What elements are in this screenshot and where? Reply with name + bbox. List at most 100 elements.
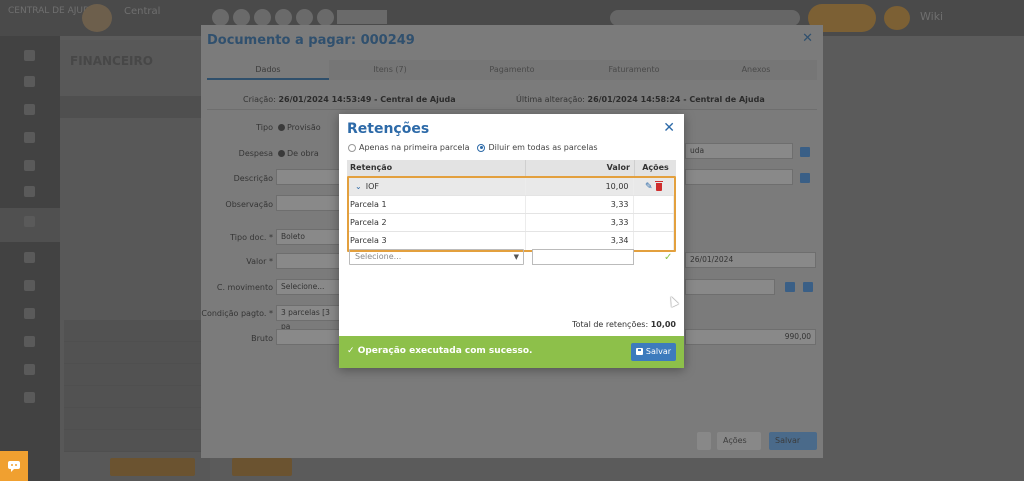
add-icon[interactable] <box>800 173 810 183</box>
nav-icon[interactable] <box>24 280 35 291</box>
observacao-input[interactable] <box>276 195 340 211</box>
circle-icon[interactable] <box>212 9 229 26</box>
tipo-doc-label: Tipo doc. * <box>230 233 273 242</box>
right-select-3[interactable] <box>685 279 775 295</box>
retention-value: 10,00 <box>526 178 634 195</box>
retencoes-modal: Retenções ✕ Apenas na primeira parcela D… <box>339 114 684 368</box>
retencoes-title: Retenções <box>347 121 430 137</box>
tab-pagamento[interactable]: Pagamento <box>451 60 573 80</box>
avatar[interactable] <box>884 6 910 30</box>
table-row: Parcela 2 3,33 <box>349 214 674 232</box>
circle-icon[interactable] <box>317 9 334 26</box>
right-select[interactable]: uda <box>685 143 793 159</box>
tipo-doc-select[interactable]: Boleto <box>276 229 340 245</box>
tipo-radio[interactable]: Provisão <box>278 123 321 132</box>
background-button[interactable] <box>110 458 195 476</box>
tab-dados[interactable]: Dados <box>207 60 329 80</box>
info-icon[interactable] <box>785 282 795 292</box>
condicao-select[interactable]: 3 parcelas [3 pa <box>276 305 340 331</box>
valor-input[interactable] <box>276 253 340 269</box>
new-retention-row: Selecione... ▼ ✓ <box>347 248 676 266</box>
nav-icon[interactable] <box>24 186 35 197</box>
toolbar-button[interactable] <box>337 10 387 24</box>
valor-label: Valor * <box>246 257 273 266</box>
retention-select[interactable]: Selecione... ▼ <box>349 249 524 265</box>
background-button[interactable] <box>232 458 292 476</box>
retencoes-table: Retenção Valor Ações ⌄ IOF 10,00 ✎ Parcel… <box>347 160 676 252</box>
logo-icon <box>82 4 112 32</box>
table-row: Parcela 1 3,33 <box>349 196 674 214</box>
descricao-input[interactable] <box>276 169 340 185</box>
retention-name: IOF <box>365 182 379 191</box>
save-button[interactable]: Salvar <box>631 343 676 361</box>
nav-icon[interactable] <box>24 392 35 403</box>
logo-text: Central <box>124 6 161 17</box>
document-modal-title: Documento a pagar: 000249 <box>207 33 415 48</box>
header-acoes: Ações <box>642 163 669 172</box>
chat-icon[interactable] <box>0 451 28 481</box>
nav-icon[interactable] <box>24 216 35 227</box>
table-row-iof[interactable]: ⌄ IOF 10,00 ✎ <box>349 178 674 196</box>
bruto-label: Bruto <box>251 334 273 343</box>
panel-title: FINANCEIRO <box>70 54 153 68</box>
nav-icon[interactable] <box>24 160 35 171</box>
close-icon[interactable]: ✕ <box>663 120 675 136</box>
header-valor: Valor <box>526 160 635 176</box>
trash-icon[interactable] <box>654 181 663 191</box>
updated-info: Última alteração: 26/01/2024 14:58:24 - … <box>516 95 765 104</box>
check-icon[interactable]: ✓ <box>664 252 672 263</box>
date-input[interactable]: 26/01/2024 <box>685 252 816 268</box>
c-movimento-label: C. movimento <box>216 283 273 292</box>
radio-selected-icon[interactable] <box>477 143 486 152</box>
search-input[interactable] <box>610 10 800 26</box>
c-movimento-select[interactable]: Selecione... <box>276 279 340 295</box>
panel-rows <box>60 320 210 452</box>
nav-icon[interactable] <box>24 104 35 115</box>
nav-icon[interactable] <box>24 336 35 347</box>
option-first-installment[interactable]: Apenas na primeira parcela <box>348 143 469 152</box>
right-select-2[interactable] <box>685 169 793 185</box>
created-info: Criação: 26/01/2024 14:53:49 - Central d… <box>243 95 456 104</box>
bruto-input[interactable] <box>276 329 340 345</box>
edit-icon[interactable]: ✎ <box>645 178 653 196</box>
document-icon[interactable] <box>697 432 711 450</box>
document-save-button[interactable]: Salvar <box>769 432 817 450</box>
panel-band <box>60 96 210 118</box>
circle-icon[interactable] <box>275 9 292 26</box>
despesa-radio[interactable]: De obra <box>278 149 319 158</box>
add-icon[interactable] <box>800 147 810 157</box>
close-icon[interactable]: ✕ <box>802 31 813 46</box>
top-icons <box>212 9 334 26</box>
nav-icon[interactable] <box>24 50 35 61</box>
tipo-label: Tipo <box>256 123 273 132</box>
descricao-label: Descrição <box>233 174 273 183</box>
bruto-total-input[interactable]: 990,00 <box>685 329 816 345</box>
tab-itens[interactable]: Itens (7) <box>329 60 451 80</box>
nav-icon[interactable] <box>24 308 35 319</box>
option-all-installments[interactable]: Diluir em todas as parcelas <box>477 143 598 152</box>
caret-down-icon: ▼ <box>513 253 519 261</box>
mouse-cursor-icon <box>667 294 679 308</box>
retention-group: ⌄ IOF 10,00 ✎ Parcela 1 3,33 Parcela 2 3,… <box>347 176 676 252</box>
circle-icon[interactable] <box>254 9 271 26</box>
save-icon <box>635 348 643 355</box>
success-message: ✓ Operação executada com sucesso. <box>347 346 533 356</box>
total-retencoes: Total de retenções: 10,00 <box>572 320 676 329</box>
circle-icon[interactable] <box>296 9 313 26</box>
tab-anexos[interactable]: Anexos <box>695 60 817 80</box>
header-retencao: Retenção <box>347 160 526 176</box>
retention-value-input[interactable] <box>532 249 634 265</box>
left-nav <box>0 36 60 481</box>
circle-icon[interactable] <box>233 9 250 26</box>
background-panel: FINANCEIRO <box>60 40 210 481</box>
tab-faturamento[interactable]: Faturamento <box>573 60 695 80</box>
user-label[interactable]: Wiki <box>920 10 943 23</box>
nav-icon[interactable] <box>24 364 35 375</box>
acoes-button[interactable]: Ações <box>717 432 761 450</box>
chevron-down-icon[interactable]: ⌄ <box>355 182 362 191</box>
nav-icon[interactable] <box>24 252 35 263</box>
nav-icon[interactable] <box>24 132 35 143</box>
add-icon[interactable] <box>803 282 813 292</box>
radio-icon[interactable] <box>348 143 356 152</box>
nav-icon[interactable] <box>24 76 35 87</box>
